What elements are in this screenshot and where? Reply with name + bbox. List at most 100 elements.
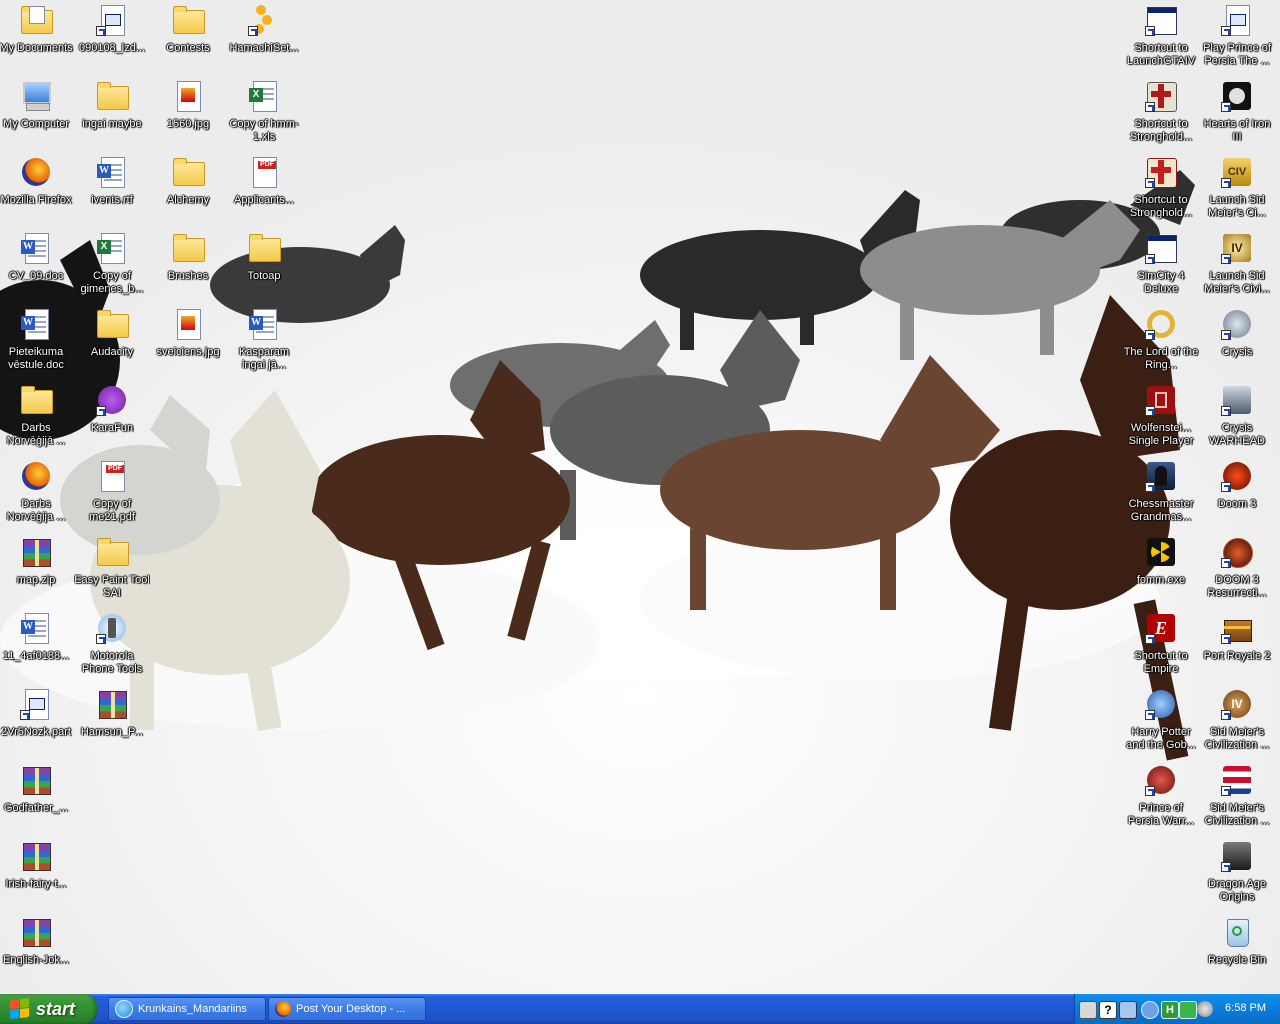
desktop-icon-pieteikuma-v-stule-doc[interactable]: W Pieteikuma vēstule.doc bbox=[0, 306, 74, 378]
desktop-icon-crysis-warhead[interactable]: Crysis WARHEAD bbox=[1199, 382, 1275, 454]
desktop-icon-label: Crysis WARHEAD bbox=[1209, 422, 1265, 447]
desktop-icon-shortcut-to-empire[interactable]: E Shortcut to Empire bbox=[1123, 610, 1199, 682]
desktop-icon-hearts-of-iron-iii[interactable]: Hearts of Iron III bbox=[1199, 78, 1275, 150]
desktop-icon-karafun[interactable]: KaraFun bbox=[74, 382, 150, 454]
desktop-icon-wolfenstei-single-player[interactable]: Wolfenstei... Single Player bbox=[1123, 382, 1199, 454]
desktop-icon-darbs-norv-ija[interactable]: Darbs Norvēģija ... bbox=[0, 458, 74, 530]
desktop-icon-label: Port Royale 2 bbox=[1203, 650, 1271, 662]
desktop-icon-play-prince-of-persia-the[interactable]: Play Prince of Persia The ... bbox=[1199, 2, 1275, 74]
desktop-icon-copy-of-hmm-1-xls[interactable]: X Copy of hmm-1.xls bbox=[226, 78, 302, 150]
shortcut-arrow-icon bbox=[1145, 634, 1155, 644]
desktop-icon-map-zip[interactable]: map.zip bbox=[0, 534, 74, 606]
desktop-icon-harry-potter-and-the-gob[interactable]: Harry Potter and the Gob... bbox=[1123, 686, 1199, 758]
desktop-icon-hamachiset[interactable]: HamachiSet... bbox=[226, 2, 302, 74]
desktop-icon-launch-sid-meier-s-civi[interactable]: IV Launch Sid Meier's Civi... bbox=[1199, 230, 1275, 302]
word-file-icon: W bbox=[20, 232, 52, 264]
desktop-icon-fomm-exe[interactable]: fomm.exe bbox=[1123, 534, 1199, 606]
folder-icon bbox=[172, 4, 205, 36]
desktop-icon-cv-09-doc[interactable]: W CV_09.doc bbox=[0, 230, 74, 302]
image-file-icon bbox=[172, 308, 204, 340]
desktop-icon-sveiciens-jpg[interactable]: sveiciens.jpg bbox=[150, 306, 226, 378]
desktop-icon-label: Launch Sid Meier's Ci... bbox=[1208, 194, 1266, 219]
desktop-icon-applicants[interactable]: PDF Applicants... bbox=[226, 154, 302, 226]
desktop-icon-brushes[interactable]: Brushes bbox=[150, 230, 226, 302]
shortcut-arrow-icon bbox=[96, 634, 106, 644]
network-icon[interactable] bbox=[1119, 1001, 1137, 1019]
desktop-icon-contests[interactable]: Contests bbox=[150, 2, 226, 74]
desktop-icon-doom-3[interactable]: Doom 3 bbox=[1199, 458, 1275, 530]
shortcut-arrow-icon bbox=[96, 406, 106, 416]
desktop-icon-copy-of-me21-pdf[interactable]: PDF Copy of me21.pdf bbox=[74, 458, 150, 530]
folder-icon bbox=[20, 384, 53, 416]
help-icon[interactable]: ? bbox=[1099, 1001, 1117, 1019]
desktop-icon-label: Launch Sid Meier's Civi... bbox=[1204, 270, 1270, 295]
desktop-icon-dragon-age-origins[interactable]: Dragon Age Origins bbox=[1199, 838, 1275, 910]
keyboard-icon[interactable] bbox=[1079, 1001, 1097, 1019]
desktop-icon-1560-jpg[interactable]: 1560.jpg bbox=[150, 78, 226, 150]
desktop-icon-easy-paint-tool-sai[interactable]: Easy Paint Tool SAI bbox=[74, 534, 150, 606]
desktop-icon-the-lord-of-the-ring[interactable]: The Lord of the Ring... bbox=[1123, 306, 1199, 378]
desktop-icon-label: Prince of Persia Warr... bbox=[1127, 802, 1195, 827]
desktop-icon-ivents-rtf[interactable]: Wivents.rtf bbox=[74, 154, 150, 226]
desktop-icon-090108-lzd[interactable]: 090108_lzd... bbox=[74, 2, 150, 74]
desktop-icon-irish-fairy-t[interactable]: Irish-fairy-t... bbox=[0, 838, 74, 910]
settings-tray-icon[interactable] bbox=[1197, 1001, 1213, 1017]
antivirus-tray-icon[interactable] bbox=[1179, 1001, 1197, 1019]
desktop-icon-shortcut-to-stronghold[interactable]: Shortcut to Stronghold... bbox=[1123, 78, 1199, 150]
app-file-icon bbox=[96, 4, 128, 36]
desktop-icon-port-royale-2[interactable]: Port Royale 2 bbox=[1199, 610, 1275, 682]
desktop-icon-launch-sid-meier-s-ci[interactable]: CIV Launch Sid Meier's Ci... bbox=[1199, 154, 1275, 226]
desktop-icon-doom-3-resurrecti[interactable]: DOOM 3 Resurrecti... bbox=[1199, 534, 1275, 606]
civ4-colonization-icon: IV bbox=[1221, 688, 1253, 720]
hamachi-tray-icon[interactable]: H bbox=[1161, 1001, 1179, 1019]
desktop-icon-prince-of-persia-warr[interactable]: Prince of Persia Warr... bbox=[1123, 762, 1199, 834]
desktop-icon-label: ingai maybe bbox=[82, 118, 142, 130]
civ-icon: CIV bbox=[1221, 156, 1253, 188]
recycle-bin-icon bbox=[1221, 916, 1253, 948]
tray-expand-chevron-icon[interactable] bbox=[1141, 1001, 1159, 1019]
desktop-icon-11-4af0188[interactable]: W 11_4af0188... bbox=[0, 610, 74, 682]
desktop-icon-my-computer[interactable]: My Computer bbox=[0, 78, 74, 150]
winrar-icon bbox=[20, 840, 52, 872]
desktop-icon-my-documents[interactable]: My Documents bbox=[0, 2, 74, 74]
desktop-icon-darbs-norv-ij[interactable]: Darbs Norvēģijā ... bbox=[0, 382, 74, 454]
desktop-icon-alchemy[interactable]: Alchemy bbox=[150, 154, 226, 226]
desktop-icon-copy-of-gimenes-b[interactable]: X Copy of gimenes_b... bbox=[74, 230, 150, 302]
desktop-icon-english-jok[interactable]: English-Jok... bbox=[0, 914, 74, 986]
desktop-icon-sid-meier-s-civilization[interactable]: IV Sid Meier's Civilization ... bbox=[1199, 686, 1275, 758]
desktop-icon-audacity[interactable]: Audacity bbox=[74, 306, 150, 378]
desktop-icon-mozilla-firefox[interactable]: Mozilla Firefox bbox=[0, 154, 74, 226]
app-window-icon bbox=[1145, 232, 1177, 264]
desktop-icon-sid-meier-s-civilization[interactable]: Sid Meier's Civilization ... bbox=[1199, 762, 1275, 834]
clock[interactable]: 6:58 PM bbox=[1225, 1002, 1266, 1014]
desktop-icon-label: Copy of gimenes_b... bbox=[80, 270, 144, 295]
desktop-icon-2vr5nozk-part[interactable]: 2Vr5Nozk.part bbox=[0, 686, 74, 758]
taskbar-button-skype[interactable]: Krunkains_Mandariins bbox=[108, 997, 266, 1021]
shortcut-arrow-icon bbox=[96, 26, 106, 36]
shortcut-arrow-icon bbox=[1221, 558, 1231, 568]
shortcut-arrow-icon bbox=[20, 710, 30, 720]
desktop-icon-godfather[interactable]: Godfather_... bbox=[0, 762, 74, 834]
desktop-icon-shortcut-to-launchgtaiv[interactable]: Shortcut to LaunchGTAIV bbox=[1123, 2, 1199, 74]
start-button[interactable]: start bbox=[0, 994, 97, 1024]
desktop-icon-crysis[interactable]: Crysis bbox=[1199, 306, 1275, 378]
desktop-icon-ingai-maybe[interactable]: ingai maybe bbox=[74, 78, 150, 150]
desktop-icon-motorola-phone-tools[interactable]: Motorola Phone Tools bbox=[74, 610, 150, 682]
desktop-icon-label: Wolfenstei... Single Player bbox=[1128, 422, 1194, 447]
taskbar-button-firefox[interactable]: Post Your Desktop - ... bbox=[268, 997, 426, 1021]
desktop-icon-shortcut-to-stronghold[interactable]: Shortcut to Stronghold... bbox=[1123, 154, 1199, 226]
desktop-icon-label: Play Prince of Persia The ... bbox=[1203, 42, 1271, 67]
desktop-icon-label: sveiciens.jpg bbox=[156, 346, 220, 358]
desktop-icon-simcity-4-deluxe[interactable]: SimCity 4 Deluxe bbox=[1123, 230, 1199, 302]
desktop-icon-chessmaster-grandmas[interactable]: Chessmaster Grandmas... bbox=[1123, 458, 1199, 530]
desktop-icon-totoap[interactable]: Totoap bbox=[226, 230, 302, 302]
start-label: start bbox=[36, 998, 76, 1019]
shortcut-arrow-icon bbox=[1145, 482, 1155, 492]
desktop-icon-kasparam-ingai-j[interactable]: W Kasparam ingai jā... bbox=[226, 306, 302, 378]
desktop-icon-label: Recycle Bin bbox=[1207, 954, 1267, 966]
desktop-icon-label: Shortcut to LaunchGTAIV bbox=[1126, 42, 1196, 67]
desktop-icon-label: CV_09.doc bbox=[8, 270, 64, 282]
desktop-icon-hamsun-p[interactable]: Hamsun_P... bbox=[74, 686, 150, 758]
desktop-icon-label: 2Vr5Nozk.part bbox=[1, 726, 71, 738]
desktop-icon-recycle-bin[interactable]: Recycle Bin bbox=[1199, 914, 1275, 986]
